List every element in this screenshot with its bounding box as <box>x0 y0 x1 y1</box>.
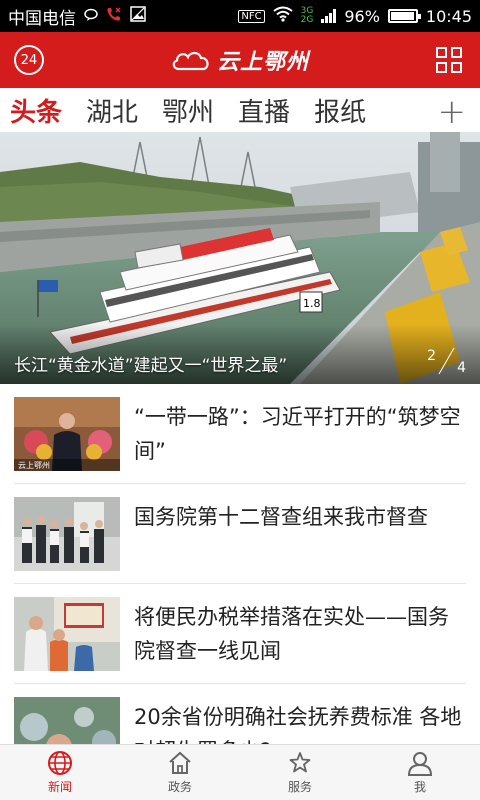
grid-icon[interactable] <box>436 47 462 73</box>
cloud-icon <box>172 51 209 71</box>
nav-government[interactable]: 政务 <box>120 745 240 800</box>
news-thumbnail <box>14 696 120 744</box>
nav-government-label: 政务 <box>167 780 192 794</box>
news-title: 国务院第十二督查组来我市督查 <box>134 504 428 529</box>
hero-caption[interactable]: 长江“黄金水道”建起又一“世界之最” <box>14 351 287 376</box>
app-header: 24 云上鄂州 <box>0 32 480 88</box>
news-list: 云上鄂州 “一带一路”：习近平打开的“筑梦空间” 国务院第十二督查组来我市督查 … <box>0 384 480 744</box>
bottom-navigation: 新闻 政务 服务 我 <box>0 744 480 800</box>
news-title: 将便民办税举措落在实处——国务院督查一线见闻 <box>134 604 449 663</box>
boat-sign-value: 1.8 <box>303 297 321 310</box>
service-icon <box>289 752 311 773</box>
clock: 10:45 <box>425 6 472 26</box>
news-thumbnail: 云上鄂州 <box>14 396 120 471</box>
news-item[interactable]: 国务院第十二督查组来我市督查 <box>14 484 466 584</box>
weather-badge[interactable]: 24 <box>14 45 44 75</box>
brand-logo: 云上鄂州 <box>171 44 309 76</box>
nav-news-label: 新闻 <box>47 780 72 794</box>
tab-ezhou[interactable]: 鄂州 <box>162 92 214 129</box>
hero-carousel[interactable]: 1.8 长江“黄金水道”建起又一“世界之最” 2 4 <box>0 132 480 384</box>
news-title: 20余省份明确社会抚养费标准 各地对超生罚多少? <box>134 704 462 745</box>
wifi-icon <box>273 6 293 26</box>
message-icon <box>84 7 98 26</box>
thumbnail-watermark: 云上鄂州 <box>18 461 50 470</box>
hero-current-page: 2 <box>427 348 437 364</box>
channel-tabs: 头条 湖北 鄂州 直播 报纸 + <box>0 88 480 132</box>
signal-icon <box>321 9 337 23</box>
nfc-icon: NFC <box>238 9 265 23</box>
carrier-name: 中国电信 <box>8 8 76 29</box>
news-thumbnail <box>14 496 120 571</box>
status-bar: 中国电信 NFC 3G 2G 96% 10:45 <box>0 0 480 32</box>
government-icon <box>169 751 191 774</box>
user-icon <box>407 752 433 776</box>
news-item[interactable]: 将便民办税举措落在实处——国务院督查一线见闻 <box>14 584 466 684</box>
nav-service[interactable]: 服务 <box>240 745 360 800</box>
globe-icon <box>48 751 72 775</box>
battery-percent: 96% <box>344 6 380 26</box>
tab-newspaper[interactable]: 报纸 <box>314 92 366 129</box>
add-channel-button[interactable]: + <box>438 92 467 132</box>
news-item[interactable]: 20余省份明确社会抚养费标准 各地对超生罚多少? <box>14 684 466 744</box>
tab-live[interactable]: 直播 <box>238 92 290 129</box>
nav-service-label: 服务 <box>287 780 312 794</box>
nav-news[interactable]: 新闻 <box>0 745 120 800</box>
news-title: “一带一路”：习近平打开的“筑梦空间” <box>134 404 461 463</box>
brand-name: 云上鄂州 <box>216 49 309 75</box>
battery-icon <box>387 9 421 23</box>
image-icon <box>130 6 146 26</box>
tab-headlines[interactable]: 头条 <box>10 92 62 129</box>
news-thumbnail <box>14 596 120 671</box>
news-item[interactable]: 云上鄂州 “一带一路”：习近平打开的“筑梦空间” <box>14 384 466 484</box>
hero-page-indicator: 2 4 <box>427 346 466 376</box>
network-type: 3G 2G <box>301 7 314 25</box>
network-type-bottom: 2G <box>300 15 314 25</box>
missed-call-icon <box>106 6 122 26</box>
tab-hubei[interactable]: 湖北 <box>86 92 138 129</box>
nav-me[interactable]: 我 <box>360 745 480 800</box>
hero-total-pages: 4 <box>457 360 466 376</box>
nav-me-label: 我 <box>413 780 426 794</box>
